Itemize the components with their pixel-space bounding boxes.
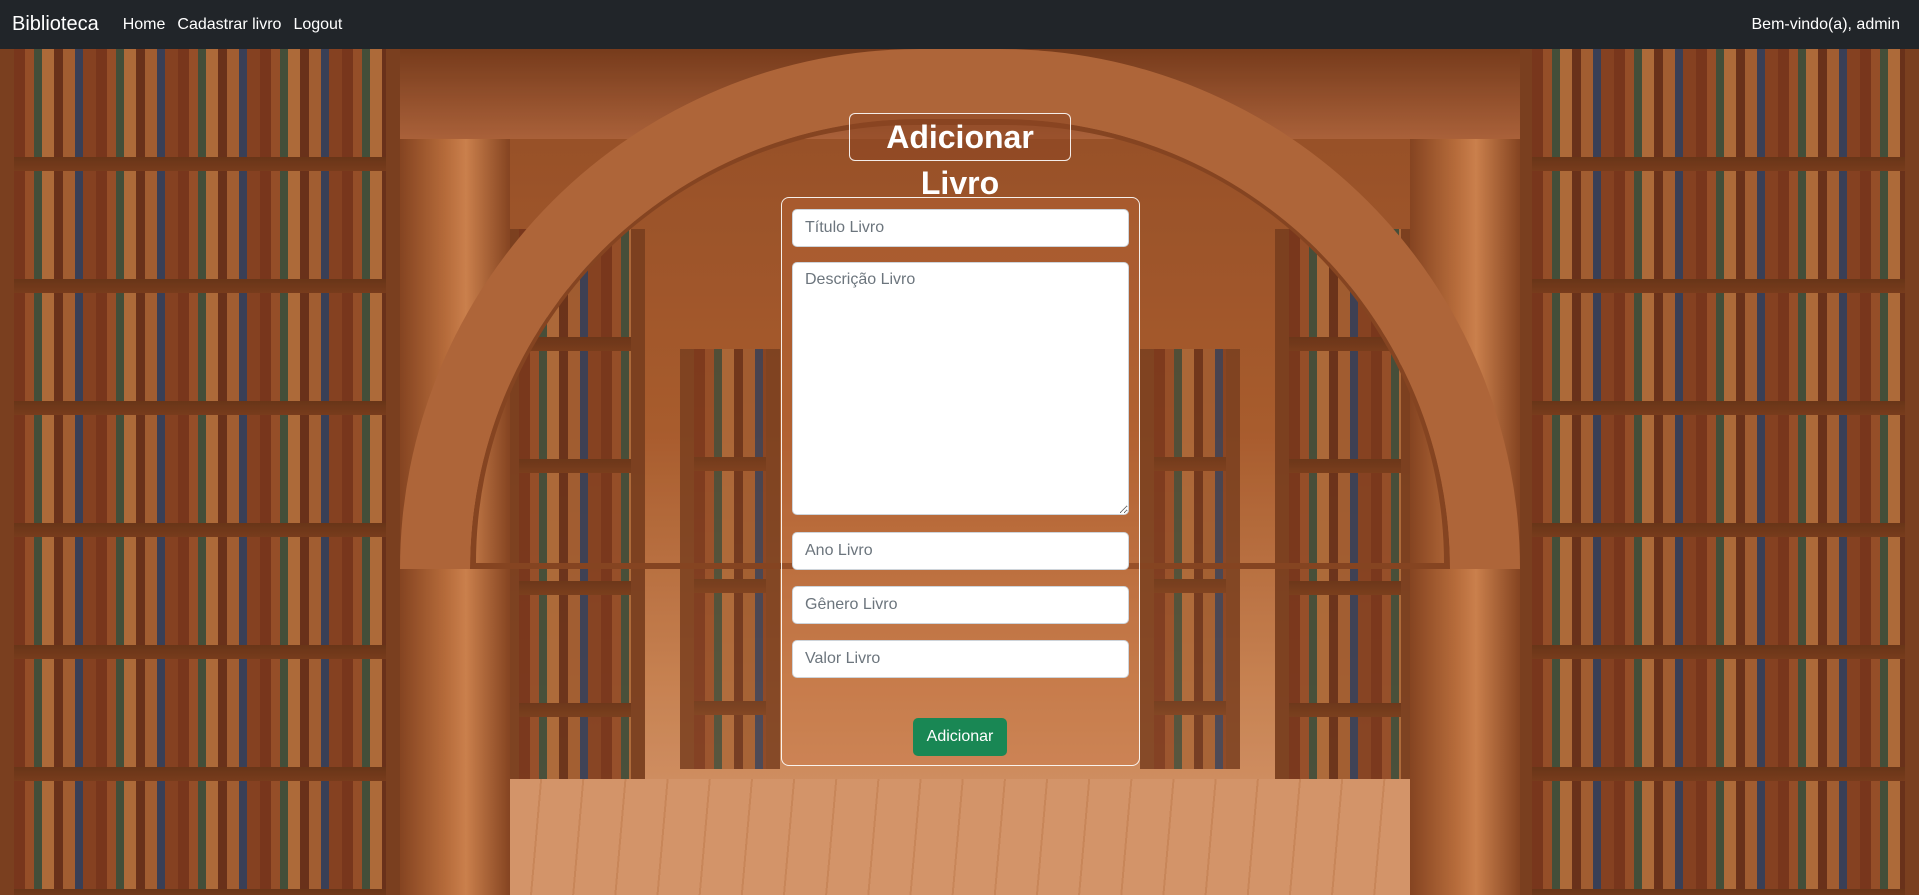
page-title: Adicionar Livro <box>849 113 1071 201</box>
nav-link-cadastrar-livro[interactable]: Cadastrar livro <box>177 16 281 34</box>
nav-link-logout[interactable]: Logout <box>293 16 342 34</box>
ano-livro-input[interactable] <box>792 532 1129 570</box>
navbar: Biblioteca Home Cadastrar livro Logout B… <box>0 0 1919 49</box>
nav-link-home[interactable]: Home <box>123 16 166 34</box>
adicionar-button[interactable]: Adicionar <box>913 718 1007 756</box>
valor-livro-input[interactable] <box>792 640 1129 678</box>
add-book-form: Adicionar <box>781 197 1140 766</box>
brand-link[interactable]: Biblioteca <box>12 13 99 36</box>
titulo-livro-input[interactable] <box>792 209 1129 247</box>
descricao-livro-textarea[interactable] <box>792 262 1129 515</box>
welcome-message: Bem-vindo(a), admin <box>1751 15 1901 33</box>
genero-livro-input[interactable] <box>792 586 1129 624</box>
